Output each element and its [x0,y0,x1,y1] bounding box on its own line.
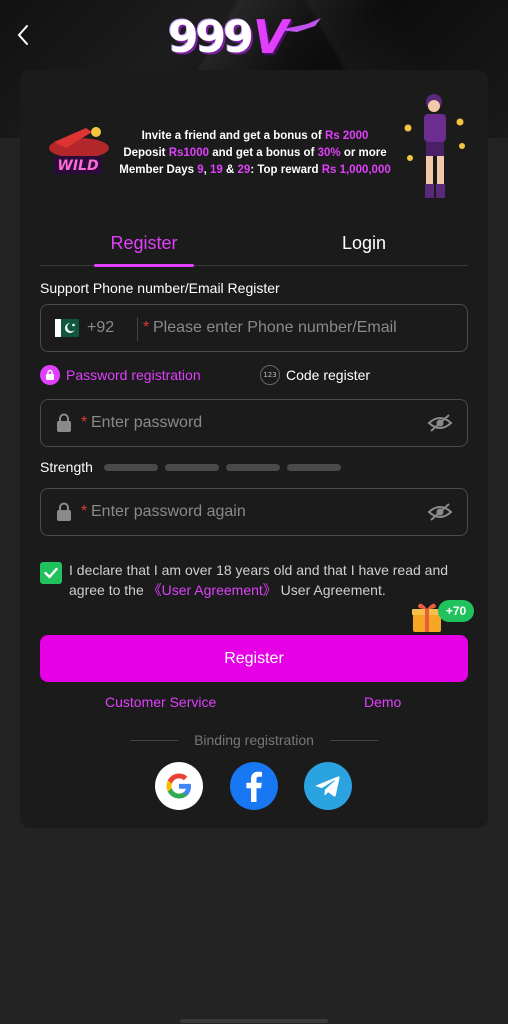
jet-icon [279,18,322,32]
customer-service-link[interactable]: Customer Service [105,694,216,710]
back-button[interactable] [10,20,36,50]
pakistan-flag-icon[interactable] [55,319,79,337]
chevron-left-icon [17,25,28,45]
eye-off-icon[interactable] [427,413,453,433]
google-login-button[interactable] [155,762,203,810]
agree-checkbox[interactable] [40,562,62,584]
promo-banner[interactable]: WILD Invite a friend and get a bonus of … [20,80,488,200]
agreement-row: I declare that I am over 18 years old an… [40,560,470,600]
wild-text: WILD [57,158,98,174]
numeric-code-icon: 123 [260,365,280,385]
checkmark-icon [44,567,58,579]
required-mark: * [81,503,88,520]
tab-register[interactable]: Register [94,220,194,267]
phone-email-input[interactable] [153,305,453,351]
password-field: * [40,399,468,447]
register-card: WILD Invite a friend and get a bonus of … [20,70,488,828]
strength-bar [104,464,158,471]
banner-text: Invite a friend and get a bonus of Rs 20… [110,128,400,179]
lock-icon [57,413,71,432]
strength-bar [287,464,341,471]
password-registration-label: Password registration [66,367,201,383]
facebook-icon [246,771,262,802]
register-method-options: Password registration 123 Code register [40,364,468,386]
password-strength: Strength [40,458,468,476]
google-icon [166,773,191,799]
password-input[interactable] [91,400,411,446]
password-registration-option[interactable]: Password registration [40,364,201,386]
binding-label: Binding registration [194,732,314,748]
agreement-text: I declare that I am over 18 years old an… [69,562,449,598]
footer-links: Customer Service Demo [40,694,468,714]
input-divider [137,317,138,341]
home-indicator [180,1019,328,1023]
required-mark: * [143,319,150,336]
user-agreement-link[interactable]: 《User Agreement》 [148,582,277,598]
logo-text: 999 [168,11,254,63]
bonus-badge: +70 [438,600,474,622]
telegram-icon [315,776,340,797]
lock-icon [40,365,60,385]
strength-bar [165,464,219,471]
banner-line-2: Deposit Rs1000 and get a bonus of 30% or… [123,147,387,159]
strength-label: Strength [40,459,93,475]
tab-login[interactable]: Login [314,220,414,266]
banner-line-1: Invite a friend and get a bonus of Rs 20… [141,130,369,142]
auth-tabs: Register Login [40,220,468,267]
wild-plane-icon: WILD [49,127,109,174]
support-register-label: Support Phone number/Email Register [40,280,280,296]
required-mark: * [81,414,88,431]
binding-registration: Binding registration [130,730,378,750]
divider [329,739,378,741]
facebook-login-button[interactable] [230,762,278,810]
eye-off-icon[interactable] [427,502,453,522]
code-register-label: Code register [286,367,371,383]
confirm-password-field: * [40,488,468,536]
telegram-login-button[interactable] [304,762,352,810]
lock-icon [57,502,71,521]
mascot-girl-icon [404,94,465,198]
divider [130,739,178,741]
register-button[interactable]: Register [40,635,468,682]
code-register-option[interactable]: 123 Code register [260,364,370,386]
strength-bar [226,464,280,471]
demo-link[interactable]: Demo [364,694,401,710]
app-logo: 999 V [168,8,338,66]
banner-line-3: Member Days 9, 19 & 29: Top reward Rs 1,… [119,164,391,176]
country-code[interactable]: +92 [87,305,114,351]
phone-email-field: +92 * [40,304,468,352]
confirm-password-input[interactable] [91,489,411,535]
